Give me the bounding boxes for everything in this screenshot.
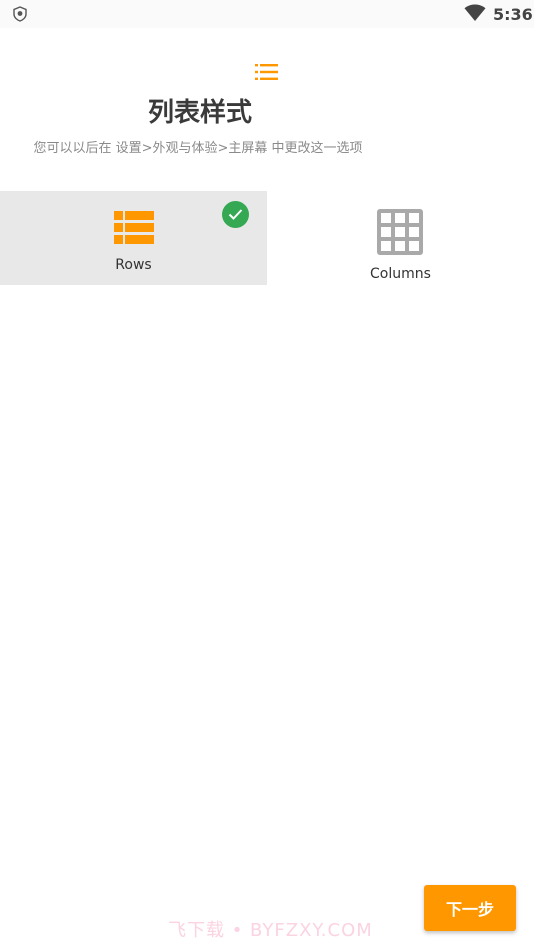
option-rows-label: Rows (115, 257, 152, 273)
page-subtitle: 您可以以后在 设置>外观与体验>主屏幕 中更改这一选项 (33, 141, 363, 156)
wifi-icon (464, 4, 486, 21)
selected-check-icon (222, 201, 249, 228)
option-rows[interactable]: Rows (0, 191, 267, 285)
onboarding-list-style-screen: 5:36 列表样式 您可以以后在 设置>外观与体验>主屏幕 中更改这一选项 Ro… (0, 0, 534, 949)
grid-icon (377, 209, 423, 255)
rows-icon (114, 211, 154, 244)
list-icon (255, 64, 278, 80)
page-title: 列表样式 (147, 98, 252, 128)
status-time: 5:36 (493, 5, 533, 24)
option-columns-label: Columns (370, 266, 431, 282)
status-bar: 5:36 (0, 0, 534, 28)
shield-icon (13, 6, 27, 22)
next-button[interactable]: 下一步 (424, 885, 516, 931)
option-columns[interactable]: Columns (267, 191, 534, 285)
watermark: 飞下载 • BYFZXY.COM (168, 920, 373, 941)
